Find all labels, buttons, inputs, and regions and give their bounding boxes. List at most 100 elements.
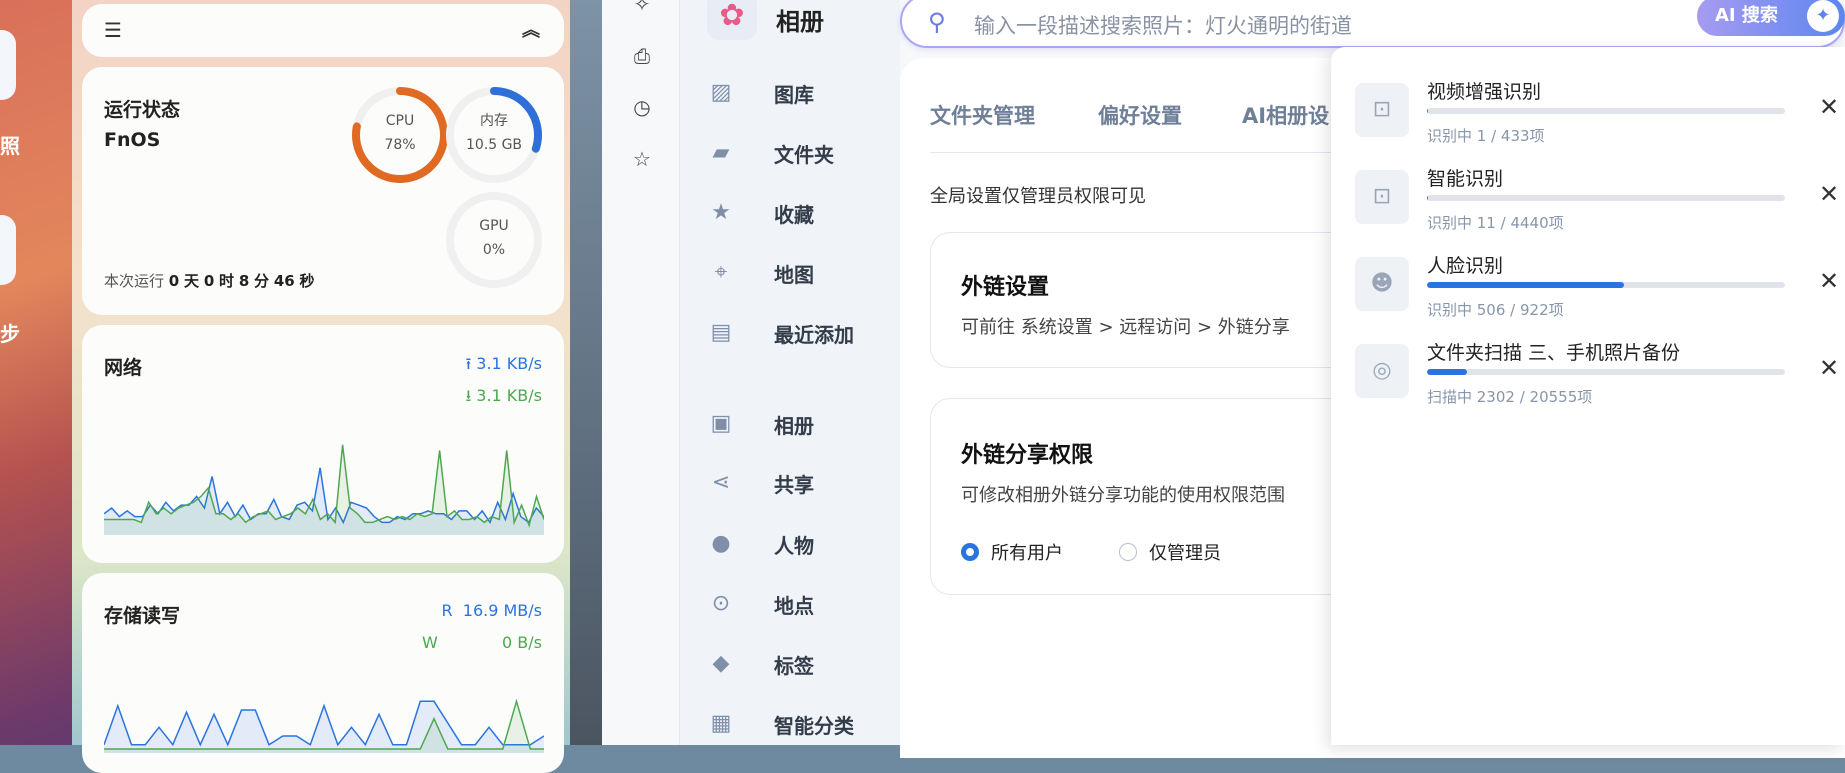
nav-label: 标签 <box>774 653 814 678</box>
uptime-unit: 时 <box>219 272 235 290</box>
nav-recent[interactable]: ▤ 最近添加 <box>708 315 854 351</box>
uptime-minutes: 8 <box>238 272 250 290</box>
grid-icon: ▦ <box>710 711 732 736</box>
nav-people[interactable]: ● 人物 <box>708 526 814 562</box>
image-search-icon: ⊡ <box>1355 83 1409 137</box>
close-icon[interactable]: ✕ <box>1819 267 1839 295</box>
download-speed: ⭳ 3.1 KB/s <box>466 385 542 412</box>
task-progress <box>1427 369 1785 375</box>
nav-label: 文件夹 <box>774 142 834 167</box>
task-progress-fill <box>1427 369 1468 375</box>
location-icon: ⊙ <box>711 591 731 616</box>
desktop-app-label: 照 <box>0 134 20 158</box>
close-icon[interactable]: ✕ <box>1819 180 1839 208</box>
task-progress <box>1427 195 1785 201</box>
upload-value: 3.1 KB/s <box>476 354 542 373</box>
nav-shared[interactable]: ⋖ 共享 <box>708 465 814 501</box>
radio-selected[interactable] <box>961 543 979 561</box>
gallery-icon: ▨ <box>710 80 732 105</box>
tab-ai-album-settings[interactable]: AI相册设 <box>1242 100 1329 130</box>
desktop-app-icon[interactable] <box>0 215 16 285</box>
close-icon[interactable]: ✕ <box>1819 354 1839 382</box>
task-panel: ⊡ 视频增强识别 识别中 1 / 433项 ✕ ⊡ 智能识别 识别中 11 / … <box>1331 47 1845 745</box>
app-title: 相册 <box>776 8 824 36</box>
task-progress-fill <box>1427 108 1428 114</box>
tag-icon: ◆ <box>712 651 730 676</box>
task-progress <box>1427 282 1785 288</box>
uptime-unit: 分 <box>254 272 270 290</box>
nav-label: 收藏 <box>774 202 814 227</box>
star-icon: ★ <box>711 200 731 225</box>
desktop-app-icon[interactable] <box>0 30 16 100</box>
nav-favorites[interactable]: ★ 收藏 <box>708 195 814 231</box>
device-icon[interactable]: ⎙ <box>630 44 654 68</box>
scan-icon: ◎ <box>1355 344 1409 398</box>
network-title: 网络 <box>104 357 143 379</box>
nav-label: 图库 <box>774 82 814 107</box>
task-status: 识别中 1 / 433项 <box>1427 127 1545 145</box>
collapse-icon[interactable]: ︽ <box>522 16 540 42</box>
nav-gallery[interactable]: ▨ 图库 <box>708 75 814 111</box>
task-name: 智能识别 <box>1427 168 1504 190</box>
filter-settings-icon[interactable]: ☰ <box>104 18 122 42</box>
read-area <box>104 701 544 753</box>
upload-icon: ⭱ <box>465 354 477 373</box>
clock-icon[interactable]: ◷ <box>630 95 654 119</box>
uptime-label: 本次运行 <box>104 272 165 290</box>
link-settings-title: 外链设置 <box>961 275 1050 300</box>
face-search-icon: ☻ <box>1355 257 1409 311</box>
nav-label: 人物 <box>774 533 814 558</box>
search-input[interactable]: 输入一段描述搜索照片：灯火通明的街道 <box>974 10 1352 40</box>
write-speed: W 0 B/s <box>422 633 542 652</box>
uptime: 本次运行 0 天 0 时 8 分 46 秒 <box>104 270 315 291</box>
sparkle-icon[interactable]: ✧ <box>630 0 654 16</box>
write-label: W <box>422 633 438 652</box>
nav-places[interactable]: ⊙ 地点 <box>708 586 814 622</box>
uptime-unit: 秒 <box>299 272 315 290</box>
nav-label: 共享 <box>774 472 814 497</box>
desktop-app-label: 步 <box>0 322 20 346</box>
star-icon[interactable]: ☆ <box>630 147 654 171</box>
task-item: ☻ 人脸识别 识别中 506 / 922项 ✕ <box>1355 255 1839 337</box>
share-icon: ⋖ <box>711 470 731 495</box>
radio-admin-only[interactable]: 仅管理员 <box>1119 539 1221 565</box>
upload-speed: ⭱ 3.1 KB/s <box>466 353 542 380</box>
close-icon[interactable]: ✕ <box>1819 93 1839 121</box>
uptime-hours: 0 <box>203 272 215 290</box>
cpu-value: 78% <box>384 137 416 153</box>
widget-panel: ☰ ︽ 运行状态 FnOS CPU 78% 内存 10.5 GB GPU 0% 本次运… <box>72 0 570 773</box>
nav-label: 相册 <box>774 413 814 438</box>
nav-albums[interactable]: ▣ 相册 <box>708 406 814 442</box>
network-chart <box>104 444 544 535</box>
cpu-label: CPU <box>385 113 415 129</box>
task-item: ⊡ 智能识别 识别中 11 / 4440项 ✕ <box>1355 168 1839 250</box>
uptime-seconds: 46 <box>273 272 295 290</box>
gpu-value: 0% <box>482 242 506 258</box>
ai-search-label: AI 搜索 <box>1715 5 1778 26</box>
nav-tags[interactable]: ◆ 标签 <box>708 646 814 682</box>
nav-label: 最近添加 <box>774 322 854 347</box>
status-card: 运行状态 FnOS CPU 78% 内存 10.5 GB GPU 0% 本次运行 0 … <box>82 67 564 315</box>
network-card: 网络 ⭱ 3.1 KB/s ⭳ 3.1 KB/s <box>82 325 564 563</box>
read-speed: R 16.9 MB/s <box>441 601 542 620</box>
os-name: FnOS <box>104 129 161 151</box>
nav-map[interactable]: ⌖ 地图 <box>708 255 814 291</box>
storage-title: 存储读写 <box>104 605 181 627</box>
radio-unselected[interactable] <box>1119 543 1137 561</box>
memory-value: 10.5 GB <box>465 137 523 153</box>
task-status: 识别中 506 / 922项 <box>1427 301 1564 319</box>
storage-chart <box>104 698 544 753</box>
tab-folder-management[interactable]: 文件夹管理 <box>930 100 1035 130</box>
download-value: 3.1 KB/s <box>476 386 542 405</box>
tab-preferences[interactable]: 偏好设置 <box>1098 100 1182 130</box>
write-value: 0 B/s <box>502 633 542 652</box>
radio-all-users[interactable]: 所有用户 <box>961 539 1063 565</box>
task-progress-fill <box>1427 195 1428 201</box>
nav-folders[interactable]: ▰ 文件夹 <box>708 135 834 171</box>
nav-smart-categories[interactable]: ▦ 智能分类 <box>708 706 854 742</box>
memory-label: 内存 <box>480 113 508 129</box>
ai-search-button[interactable]: AI 搜索 ✦ <box>1697 0 1845 36</box>
app-logo: ✿ <box>707 0 757 40</box>
admin-notice: 全局设置仅管理员权限可见 <box>930 186 1146 207</box>
sparkle-icon: ✦ <box>1807 0 1839 32</box>
